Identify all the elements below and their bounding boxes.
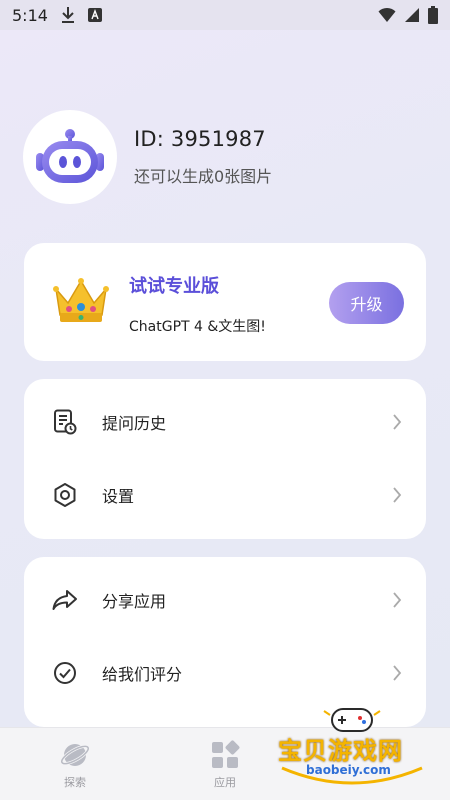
- check-circle-icon: [52, 660, 78, 686]
- signal-icon: [405, 8, 419, 22]
- planet-icon: [60, 744, 90, 766]
- nav-label: 探索: [64, 776, 86, 789]
- profile-header: ID: 3951987 还可以生成0张图片: [23, 110, 272, 204]
- avatar[interactable]: [23, 110, 117, 204]
- watermark-title: 宝贝游戏网: [278, 737, 403, 765]
- wifi-icon: [378, 7, 396, 22]
- status-left: 5:14: [12, 6, 102, 25]
- menu-item-share[interactable]: 分享应用: [24, 570, 426, 630]
- chevron-right-icon: [393, 414, 402, 430]
- menu-item-label: 给我们评分: [102, 665, 183, 684]
- chevron-right-icon: [393, 487, 402, 503]
- user-id: ID: 3951987: [134, 127, 266, 151]
- menu-item-rate[interactable]: 给我们评分: [24, 643, 426, 703]
- profile-text: ID: 3951987 还可以生成0张图片: [134, 127, 272, 187]
- upgrade-button[interactable]: 升级: [329, 282, 404, 324]
- a-badge-icon: [87, 8, 102, 22]
- share-arrow-icon: [52, 587, 78, 613]
- history-doc-icon: [52, 409, 78, 435]
- menu-item-settings[interactable]: 设置: [24, 465, 426, 525]
- pro-subtitle: ChatGPT 4 &文生图!: [129, 319, 266, 335]
- menu-item-label: 提问历史: [102, 414, 167, 433]
- crown-icon: [53, 278, 109, 322]
- download-icon: [61, 7, 74, 23]
- status-right: [378, 6, 438, 24]
- robot-icon: [36, 129, 104, 183]
- nav-item-explore[interactable]: 探索: [45, 740, 105, 790]
- apps-grid-icon: [212, 740, 240, 768]
- menu-item-history[interactable]: 提问历史: [24, 392, 426, 452]
- remaining-quota: 还可以生成0张图片: [134, 167, 273, 186]
- settings-hexagon-icon: [52, 482, 78, 508]
- menu-group-primary: 提问历史 设置: [24, 379, 426, 539]
- watermark-arc: [281, 766, 423, 785]
- battery-icon: [428, 6, 438, 24]
- status-time: 5:14: [12, 5, 48, 25]
- status-bar: 5:14: [0, 0, 450, 30]
- nav-label: 应用: [214, 776, 236, 789]
- watermark: 宝贝游戏网 baobeiy.com: [272, 705, 432, 795]
- menu-item-label: 设置: [102, 487, 135, 506]
- menu-group-secondary: 分享应用 给我们评分: [24, 557, 426, 727]
- pro-title: 试试专业版: [129, 276, 219, 297]
- menu-item-label: 分享应用: [102, 592, 167, 611]
- chevron-right-icon: [393, 592, 402, 608]
- nav-item-apps[interactable]: 应用: [195, 740, 255, 790]
- chevron-right-icon: [393, 665, 402, 681]
- pro-upgrade-card[interactable]: 试试专业版 ChatGPT 4 &文生图! 升级: [24, 243, 426, 361]
